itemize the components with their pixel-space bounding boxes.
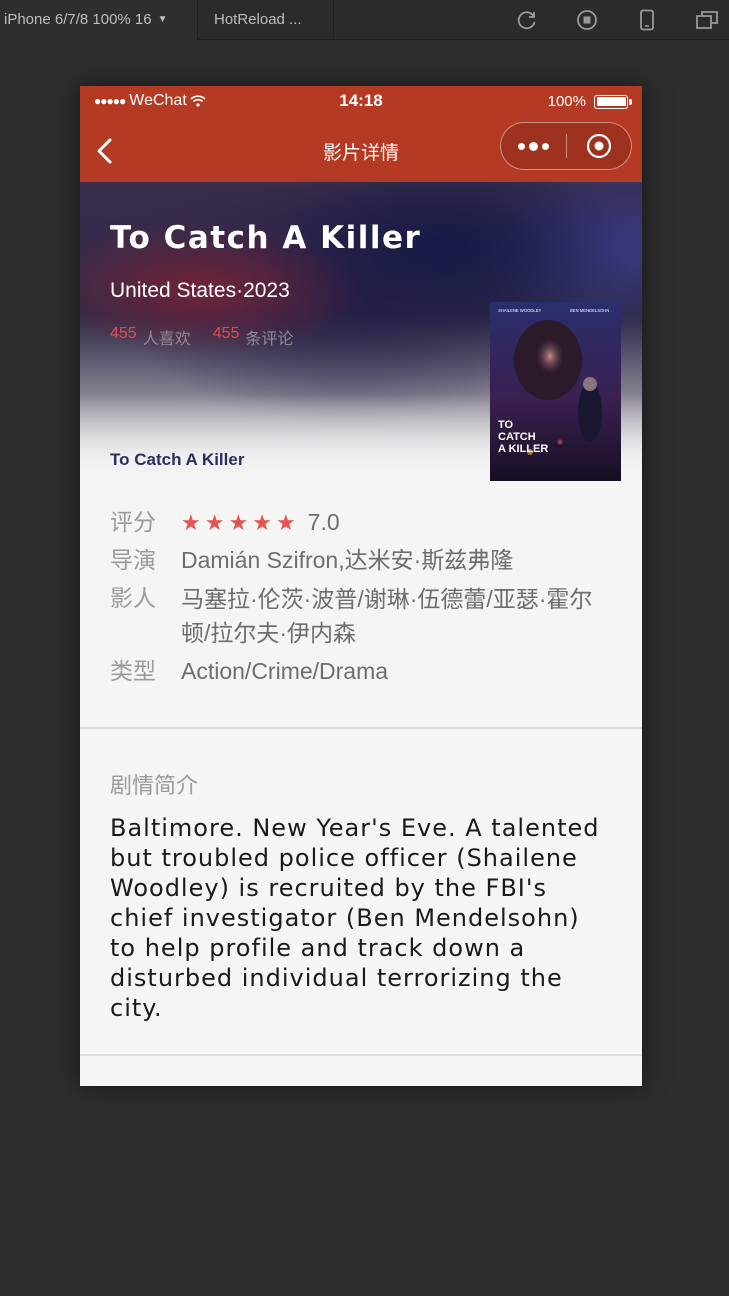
movie-title: To Catch A Killer <box>110 220 422 256</box>
star-icon: ★ <box>252 510 272 535</box>
ide-toolbar: iPhone 6/7/8 100% 16 ▼ HotReload ... <box>0 0 729 40</box>
toolbar-icons <box>479 0 729 40</box>
poster-top-right: BEN MENDELSOHN <box>570 308 609 313</box>
battery-percent: 100% <box>547 93 586 110</box>
phone-simulator: ●●●●● WeChat 14:18 100% 影片详情 To Catch A … <box>80 86 642 1086</box>
genre-row: 类型 Action/Crime/Drama <box>110 655 612 688</box>
movie-stats: 455 人喜欢 455 条评论 <box>110 325 315 349</box>
target-close-icon <box>586 133 612 159</box>
rating-label: 评分 <box>110 509 156 535</box>
movie-meta: United States·2023 <box>110 279 290 302</box>
more-dot <box>529 141 538 151</box>
hotreload-tab[interactable]: HotReload ... <box>198 0 334 40</box>
cast-row: 影人 马塞拉·伦茨·波普/谢琳·伍德蕾/亚瑟·霍尔顿/拉尔夫·伊内森 <box>110 582 612 650</box>
chevron-down-icon: ▼ <box>157 14 168 25</box>
star-icon: ★ <box>228 510 249 535</box>
synopsis-text: Baltimore. New Year's Eve. A talented bu… <box>110 814 600 1022</box>
battery-icon <box>594 94 632 109</box>
poster-title-line: CATCH <box>498 431 536 443</box>
genre-value: Action/Crime/Drama <box>181 658 389 684</box>
director-value: Damián Szifron,达米安·斯兹弗隆 <box>181 547 514 573</box>
close-miniprogram-button[interactable] <box>567 133 631 159</box>
refresh-icon[interactable] <box>515 8 539 32</box>
poster-top-left: SHAILENE WOODLEY <box>498 308 541 313</box>
likes-label: 人喜欢 <box>142 331 191 348</box>
rating-row: 评分 ★ ★ ★ ★ ★ 7.0 <box>110 506 612 539</box>
nav-bar: 影片详情 <box>80 118 642 182</box>
miniprogram-capsule <box>500 122 632 170</box>
hotreload-label: HotReload ... <box>214 11 302 28</box>
phone-preview-icon[interactable] <box>635 8 659 32</box>
more-button[interactable] <box>501 141 566 151</box>
poster-title-line: TO <box>498 419 514 431</box>
device-selector[interactable]: iPhone 6/7/8 100% 16 ▼ <box>0 0 198 40</box>
detach-window-icon[interactable] <box>695 8 719 32</box>
rating-value: 7.0 <box>307 509 340 535</box>
genre-label: 类型 <box>110 658 156 684</box>
status-right: 100% <box>547 93 632 110</box>
cast-value: 马塞拉·伦茨·波普/谢琳·伍德蕾/亚瑟·霍尔顿/拉尔夫·伊内森 <box>181 586 593 646</box>
comments-count: 455 <box>212 325 240 342</box>
device-label: iPhone 6/7/8 100% 16 <box>4 11 152 28</box>
star-icon: ★ <box>204 510 225 535</box>
rating-stars: ★ ★ ★ ★ ★ 7.0 <box>181 506 340 539</box>
director-label: 导演 <box>110 547 156 573</box>
more-dot <box>542 142 549 150</box>
section-divider <box>80 727 642 729</box>
comments-label: 条评论 <box>245 331 294 348</box>
movie-poster[interactable]: SHAILENE WOODLEY BEN MENDELSOHN TO CATCH… <box>490 302 621 481</box>
original-title: To Catch A Killer <box>110 450 245 469</box>
star-icon: ★ <box>181 510 201 535</box>
likes-count: 455 <box>110 325 137 342</box>
more-dot <box>518 142 525 150</box>
synopsis-heading: 剧情简介 <box>110 773 199 798</box>
cast-label: 影人 <box>110 585 156 611</box>
stop-icon[interactable] <box>575 8 599 32</box>
section-divider <box>80 1054 642 1056</box>
status-bar: ●●●●● WeChat 14:18 100% <box>80 86 642 118</box>
poster-title-line: A KILLER <box>498 443 548 455</box>
director-row: 导演 Damián Szifron,达米安·斯兹弗隆 <box>110 544 612 577</box>
star-icon: ★ <box>275 510 296 535</box>
